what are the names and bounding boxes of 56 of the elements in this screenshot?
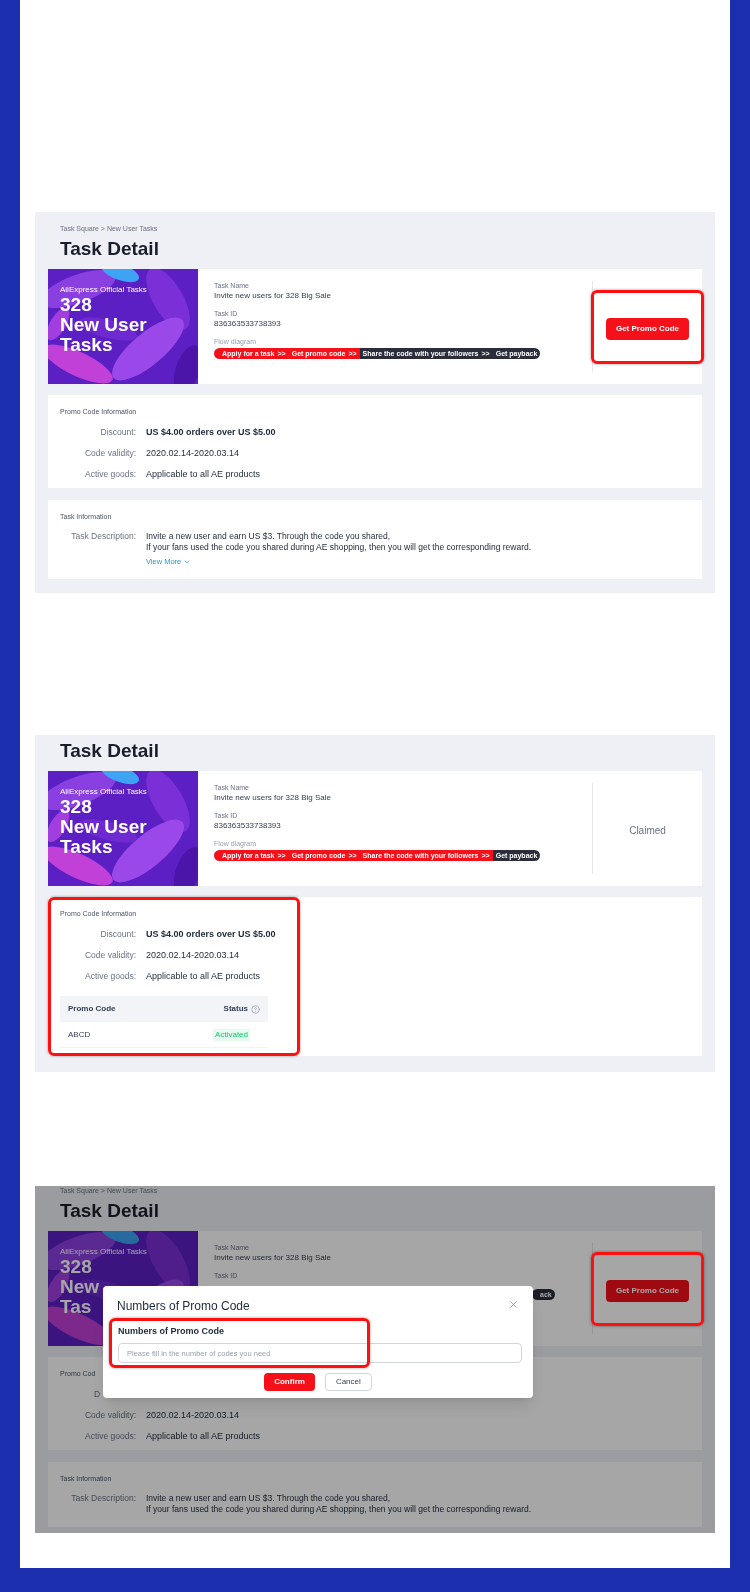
cancel-button[interactable]: Cancel	[324, 1373, 372, 1391]
info-value: Applicable to all AE products	[146, 970, 261, 982]
close-icon[interactable]	[508, 1299, 519, 1310]
claimed-status: Claimed	[629, 824, 666, 836]
field-value: 836363533738393	[214, 820, 281, 832]
help-icon	[251, 1004, 260, 1014]
info-label: Discount:	[99, 426, 136, 438]
banner-brand: AliExpress Official Tasks	[60, 1247, 148, 1257]
banner-title: Tas	[60, 1297, 92, 1317]
info-value: Applicable to all AE products	[146, 468, 261, 480]
info-value: US $4.00 orders over US $5.00	[146, 426, 276, 438]
column-header: Status	[223, 1003, 248, 1015]
page-title: Task Detail	[60, 237, 159, 261]
banner-title: New User	[60, 817, 147, 837]
get-promo-code-button[interactable]: Get Promo Code	[605, 317, 690, 340]
column-header: Promo Code	[68, 1003, 116, 1015]
info-label: Code validity:	[83, 949, 136, 961]
info-label: Active goods:	[83, 468, 136, 480]
info-value: 2020.02.14-2020.03.14	[146, 949, 240, 961]
field-label: Numbers of Promo Code	[118, 1325, 224, 1338]
info-label: Task Description:	[70, 531, 136, 543]
info-label: Discount:	[99, 928, 136, 940]
banner-title: Tasks	[60, 335, 113, 355]
description-line: Invite a new user and earn US $3. Through the code you shared,	[146, 1493, 391, 1504]
info-label: Active goods:	[83, 1430, 136, 1442]
banner-brand: AliExpress Official Tasks	[60, 285, 148, 295]
description-line: If your fans used the code you shared during AE shopping, then you will get the corresponding reward.	[146, 1504, 532, 1515]
table-cell: ABCD	[68, 1028, 91, 1041]
field-value: 836363533738393	[214, 318, 281, 330]
info-value: Applicable to all AE products	[146, 1430, 261, 1442]
banner-title: 328	[60, 797, 92, 817]
banner-title: Tasks	[60, 837, 113, 857]
page-title: Task Detail	[60, 739, 159, 763]
field-value: Invite new users for 328 Big Sale	[214, 792, 331, 804]
banner-brand: AliExpress Official Tasks	[60, 787, 148, 797]
table-cell: Activated	[213, 1028, 250, 1041]
info-label: Task Description:	[70, 1493, 136, 1505]
banner-title: New	[60, 1277, 100, 1297]
info-value: 2020.02.14-2020.03.14	[146, 447, 240, 459]
info-label: Active goods:	[83, 970, 136, 982]
info-value: 2020.02.14-2020.03.14	[146, 1409, 240, 1421]
info-label: Code validity:	[83, 447, 136, 459]
banner-title: New User	[60, 315, 147, 335]
field-value: Invite new users for 328 Big Sale	[214, 290, 331, 302]
info-label: Code validity:	[83, 1409, 136, 1421]
info-value: US $4.00 orders over US $5.00	[146, 928, 276, 940]
description-line: If your fans used the code you shared during AE shopping, then you will get the corresponding reward.	[146, 542, 532, 553]
dialog-title: Numbers of Promo Code	[117, 1298, 250, 1315]
page-title: Task Detail	[60, 1199, 159, 1223]
info-label: D	[93, 1388, 102, 1400]
field-value: Invite new users for 328 Big Sale	[214, 1252, 331, 1264]
banner-title: 328	[60, 295, 92, 315]
banner-title: 328	[60, 1257, 92, 1277]
description-line: Invite a new user and earn US $3. Through the code you shared,	[146, 531, 391, 542]
get-promo-code-button[interactable]: Get Promo Code	[605, 1279, 690, 1302]
confirm-button[interactable]: Confirm	[264, 1373, 315, 1391]
